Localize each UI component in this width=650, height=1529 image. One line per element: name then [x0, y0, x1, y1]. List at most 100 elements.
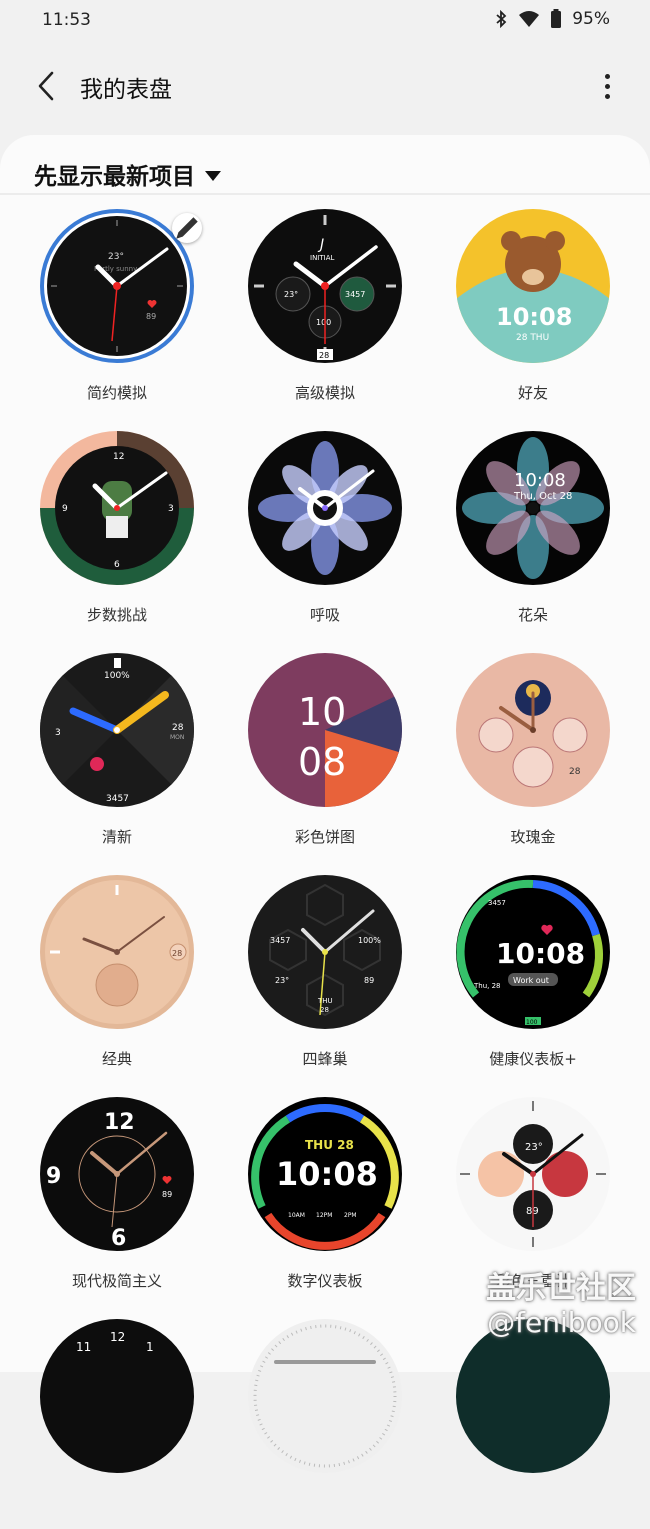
svg-text:23°: 23° [284, 290, 298, 299]
watch-face-item[interactable]: 28 玫瑰金 [433, 653, 633, 863]
watch-face-item[interactable]: 12 9 6 89 现代极简主义 [17, 1097, 217, 1307]
svg-text:9: 9 [62, 504, 68, 514]
watch-face-item[interactable]: 23° Partly sunny 89 简约模拟 [17, 209, 217, 419]
watch-face-item[interactable]: THU 28 10:08 10AM 12PM 2PM 数字仪表板 [225, 1097, 425, 1307]
svg-text:3: 3 [55, 728, 61, 738]
svg-text:MON: MON [170, 734, 184, 741]
svg-text:THU 28: THU 28 [305, 1138, 354, 1152]
svg-text:23°: 23° [275, 976, 289, 985]
watch-face-item[interactable]: 12 3 6 9 步数挑战 [17, 431, 217, 641]
watch-face-preview: 28 [40, 875, 194, 1029]
watermark-line-2: @fenibook [487, 1305, 636, 1339]
svg-text:12: 12 [104, 1110, 135, 1135]
watch-face-item[interactable]: 28 经典 [17, 875, 217, 1085]
svg-text:3457: 3457 [345, 290, 365, 299]
watch-face-preview: 10:08 28 THU [456, 209, 610, 363]
svg-text:10AM: 10AM [288, 1212, 305, 1219]
edit-button[interactable] [172, 213, 202, 243]
sort-label: 先显示最新项目 [34, 164, 195, 190]
watch-faces-sheet: 先显示最新项目 23° Partly sunny 89 简约模拟 J INITI… [0, 135, 650, 1473]
svg-text:9: 9 [46, 1164, 61, 1189]
svg-text:6: 6 [111, 1226, 126, 1251]
watch-face-item[interactable]: 呼吸 [225, 431, 425, 641]
watch-face-item[interactable] [225, 1319, 425, 1529]
svg-text:10: 10 [298, 690, 346, 734]
watch-face-preview: THU 28 10:08 10AM 12PM 2PM [248, 1097, 402, 1251]
watch-face-item[interactable] [433, 1319, 633, 1529]
watch-face-label: 步数挑战 [86, 606, 147, 624]
watch-face-label: 彩色饼图 [294, 828, 355, 846]
watch-face-label: 呼吸 [309, 606, 340, 624]
pencil-icon [176, 217, 198, 239]
svg-text:Work out: Work out [513, 976, 549, 985]
watch-face-item[interactable]: 10 08 彩色饼图 [225, 653, 425, 863]
watch-face-preview: 12 11 1 [40, 1319, 194, 1473]
watch-face-label: 高级模拟 [294, 384, 355, 402]
svg-text:100: 100 [316, 318, 331, 327]
watch-face-label: 好友 [517, 384, 548, 402]
watch-face-item[interactable]: 12 11 1 [17, 1319, 217, 1529]
svg-text:08: 08 [298, 740, 346, 784]
watch-face-label: 简约模拟 [86, 384, 147, 402]
watch-face-preview: 23° 89 [456, 1097, 610, 1251]
svg-text:10:08: 10:08 [276, 1155, 378, 1193]
watch-face-item[interactable]: 3457 100% 23° 89 THU 28 四蜂巢 [225, 875, 425, 1085]
divider [0, 193, 650, 195]
svg-text:12: 12 [113, 452, 124, 462]
watch-face-preview: 23° Partly sunny 89 [40, 209, 202, 363]
watermark-line-1: 盖乐世社区 [486, 1271, 636, 1306]
svg-text:28: 28 [569, 767, 581, 777]
bluetooth-icon [496, 10, 507, 28]
watch-face-item[interactable]: J INITIAL 23° 3457 100 28 高级模拟 [225, 209, 425, 419]
watch-face-preview: 10:08 Work out 3457 Thu, 28 100 [456, 875, 610, 1029]
watch-face-preview: J INITIAL 23° 3457 100 28 [248, 209, 402, 363]
svg-text:2PM: 2PM [344, 1212, 357, 1219]
watch-face-label: 花朵 [517, 606, 548, 624]
watch-face-label: 现代极简主义 [71, 1272, 162, 1290]
svg-text:1: 1 [146, 1340, 154, 1354]
status-bar: 11:53 95% [0, 0, 650, 40]
svg-text:89: 89 [162, 1190, 172, 1199]
svg-text:THU: THU [317, 997, 333, 1005]
more-options-button[interactable] [592, 66, 622, 106]
watch-face-label: 数字仪表板 [287, 1272, 363, 1290]
svg-text:Thu, Oct 28: Thu, Oct 28 [513, 491, 572, 502]
svg-text:10:08: 10:08 [496, 303, 572, 331]
svg-text:3457: 3457 [106, 794, 129, 804]
gesture-navigation-bar[interactable] [274, 1360, 376, 1364]
svg-text:100%: 100% [104, 671, 130, 681]
watch-face-preview: 10:08 Thu, Oct 28 [456, 431, 610, 585]
svg-text:3457: 3457 [270, 936, 290, 945]
app-bar: 我的表盘 [0, 50, 650, 120]
watch-face-item[interactable]: 10:08 Work out 3457 Thu, 28 100 健康仪表板+ [433, 875, 633, 1085]
back-button[interactable] [26, 66, 66, 106]
watch-face-item[interactable]: 10:08 28 THU 好友 [433, 209, 633, 419]
svg-text:23°: 23° [108, 252, 124, 262]
svg-text:28 THU: 28 THU [516, 333, 549, 343]
watch-face-label: 清新 [101, 828, 132, 846]
watermark: 盖乐世社区 @fenibook [486, 1271, 636, 1339]
svg-text:23°: 23° [525, 1142, 543, 1153]
watch-face-item[interactable]: 10:08 Thu, Oct 28 花朵 [433, 431, 633, 641]
wifi-icon [519, 11, 540, 27]
svg-text:100: 100 [526, 1019, 538, 1026]
back-arrow-icon [38, 71, 54, 101]
svg-text:28: 28 [172, 723, 184, 733]
watch-face-preview: 12 9 6 89 [40, 1097, 194, 1251]
watch-face-preview [248, 1319, 402, 1473]
svg-text:Thu, 28: Thu, 28 [473, 982, 501, 990]
svg-text:100%: 100% [358, 936, 381, 945]
watch-face-item[interactable]: 100% 28 MON 3 3457 清新 [17, 653, 217, 863]
watch-face-label: 经典 [101, 1050, 132, 1068]
watch-face-preview: 12 3 6 9 [40, 431, 194, 585]
svg-text:89: 89 [364, 976, 374, 985]
svg-text:12: 12 [110, 1330, 125, 1344]
status-time: 11:53 [42, 10, 91, 30]
svg-text:10:08: 10:08 [514, 470, 566, 491]
watch-face-preview: 100% 28 MON 3 3457 [40, 653, 194, 807]
svg-text:3: 3 [168, 504, 174, 514]
svg-text:INITIAL: INITIAL [310, 254, 334, 262]
svg-text:28: 28 [172, 949, 182, 958]
watch-face-preview: 10 08 [248, 653, 402, 807]
watch-face-preview: 3457 100% 23° 89 THU 28 [248, 875, 402, 1029]
